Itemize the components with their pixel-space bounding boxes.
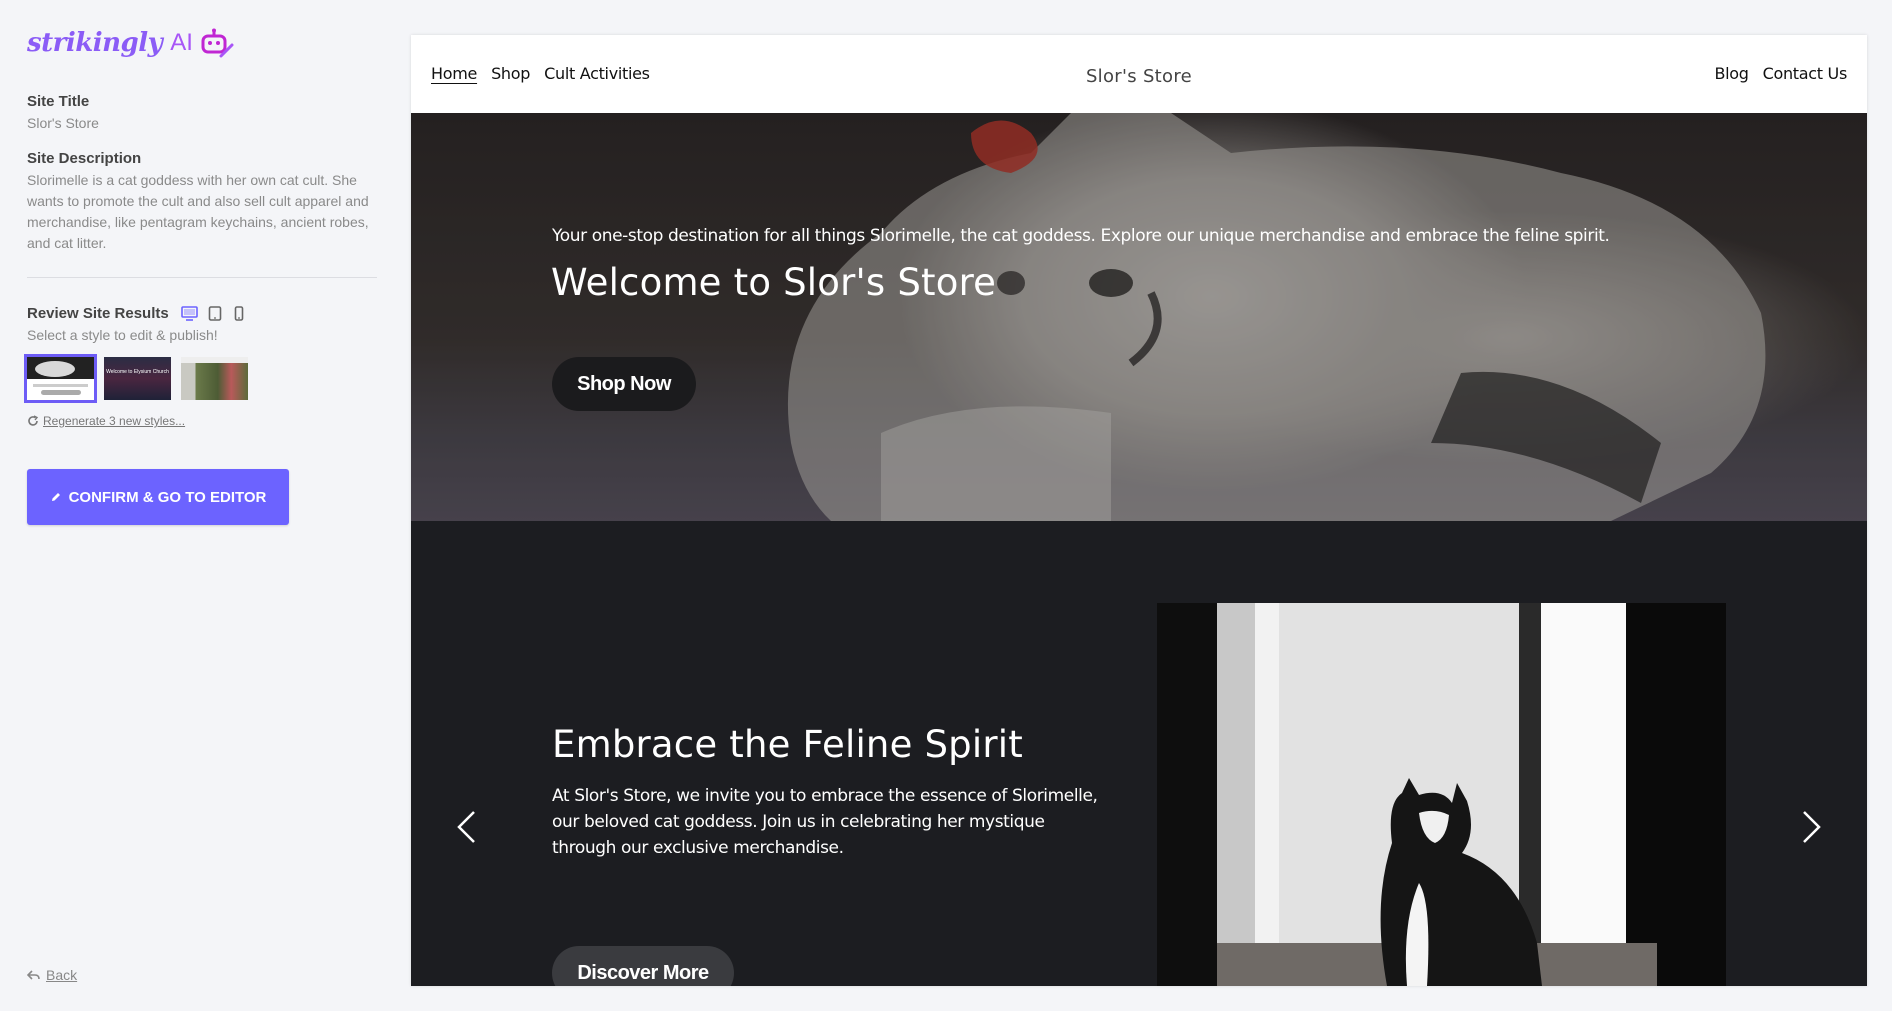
shop-now-button[interactable]: Shop Now [552, 357, 696, 411]
hero-title: Welcome to Slor's Store [551, 261, 997, 304]
back-link[interactable]: Back [27, 967, 77, 983]
feature-text: At Slor's Store, we invite you to embrac… [552, 786, 1098, 858]
discover-more-button[interactable]: Discover More [552, 946, 734, 986]
chevron-left-icon [457, 811, 475, 843]
nav-link-contact-us[interactable]: Contact Us [1763, 64, 1848, 83]
refresh-icon [28, 415, 39, 426]
style-thumbnail-3[interactable] [181, 357, 248, 400]
confirm-go-to-editor-button[interactable]: CONFIRM & GO TO EDITOR [27, 469, 289, 525]
strikingly-ai-logo: strikingly AI [27, 28, 235, 58]
review-hint: Select a style to edit & publish! [27, 327, 218, 343]
logo-ai-text: AI [170, 29, 193, 56]
hero-subtitle: Your one-stop destination for all things… [552, 226, 1610, 246]
preview-nav: Home Shop Cult Activities Slor's Store B… [411, 35, 1867, 113]
site-description-label: Site Description [27, 150, 142, 167]
style-thumbnail-2[interactable]: Welcome to Elysium Church [104, 357, 171, 400]
site-title-label: Site Title [27, 93, 90, 110]
logo-wordmark: strikingly [27, 28, 163, 58]
feature-title: Embrace the Feline Spirit [552, 723, 1023, 766]
style-thumbnails: Welcome to Elysium Church [24, 354, 248, 403]
mobile-icon[interactable] [234, 306, 244, 321]
feature-section: Embrace the Feline Spirit At Slor's Stor… [411, 521, 1867, 986]
style-thumbnail-1[interactable] [24, 354, 97, 403]
tablet-icon[interactable] [208, 306, 222, 321]
divider [27, 277, 377, 278]
back-arrow-icon [27, 969, 40, 980]
black-white-cat-image [1157, 603, 1726, 986]
nav-brand[interactable]: Slor's Store [411, 66, 1867, 87]
back-label[interactable]: Back [46, 967, 77, 983]
review-row: Review Site Results [27, 305, 244, 322]
site-description-value: Slorimelle is a cat goddess with her own… [27, 172, 369, 251]
regenerate-styles[interactable]: Regenerate 3 new styles... [27, 414, 185, 428]
hero-section: Your one-stop destination for all things… [411, 113, 1867, 521]
style-thumbnail-2-text: Welcome to Elysium Church [106, 369, 169, 375]
chevron-right-icon [1803, 811, 1821, 843]
regenerate-link[interactable]: Regenerate 3 new styles... [43, 414, 185, 428]
robot-icon [201, 28, 234, 58]
confirm-label: CONFIRM & GO TO EDITOR [68, 488, 267, 506]
site-preview: Home Shop Cult Activities Slor's Store B… [411, 35, 1867, 986]
nav-right-links: Blog Contact Us [1714, 64, 1847, 83]
carousel-next-arrow[interactable] [1797, 807, 1827, 847]
site-title-value: Slor's Store [27, 115, 99, 131]
pencil-icon [51, 493, 60, 501]
review-site-results-label: Review Site Results [27, 305, 169, 322]
nav-link-blog[interactable]: Blog [1714, 64, 1748, 83]
carousel-prev-arrow[interactable] [451, 807, 481, 847]
desktop-icon[interactable] [180, 306, 198, 321]
left-panel: strikingly AI Site Title Slor's Store Si… [0, 0, 400, 1011]
